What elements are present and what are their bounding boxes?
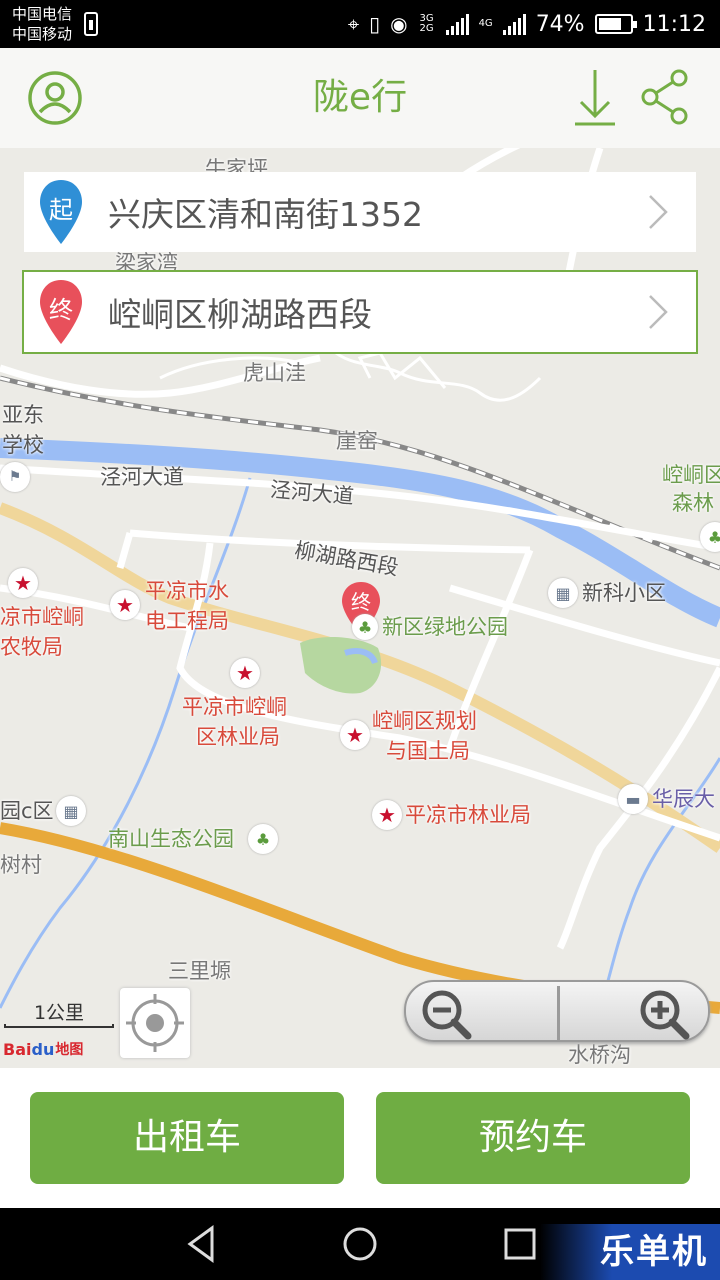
govt-poi-icon: ★	[372, 800, 402, 830]
battery-percent: 74%	[535, 11, 585, 37]
map-label-forestry-1: 平凉市崆峒	[182, 695, 287, 719]
back-button[interactable]	[182, 1224, 222, 1264]
locate-icon	[126, 994, 184, 1052]
eye-comfort-icon: ◉	[390, 12, 408, 36]
govt-poi-icon: ★	[8, 568, 38, 598]
network-type-2: 4G	[478, 18, 493, 29]
location-icon: ⌖	[347, 12, 360, 36]
status-icons: ⌖ ▯ ◉ 3G 2G 4G 74% 11:12	[348, 8, 706, 40]
residential-poi-icon: ▦	[548, 578, 578, 608]
map-label-c-district: 园c区	[0, 799, 54, 823]
school-poi-icon: ⚑	[0, 462, 30, 492]
map-label-shu-village: 树村	[0, 853, 42, 877]
app-screen: 中国电信 中国移动 ⌖ ▯ ◉ 3G 2G 4G 74% 11:12 陇e行 牛…	[0, 0, 720, 1280]
book-car-button[interactable]: 预约车	[376, 1092, 690, 1184]
zoom-out-button[interactable]	[418, 986, 478, 1040]
back-icon	[187, 1225, 214, 1263]
end-address: 崆峒区柳湖路西段	[108, 295, 372, 334]
map-label-city-forestry: 平凉市林业局	[405, 803, 531, 827]
park-poi-icon: ♣	[248, 824, 278, 854]
zoom-out-icon	[422, 990, 472, 1040]
map-label-kongtong-forest-1: 崆峒区	[662, 463, 720, 487]
map-label-hushanwa: 虎山洼	[243, 361, 306, 385]
map-label-huachen: 华辰大	[652, 787, 715, 811]
map-label-kongtong-forest-2: 森林	[672, 491, 714, 515]
chevron-right-icon	[649, 295, 668, 329]
end-pin-badge: 终	[49, 296, 73, 324]
map-label-xuexiao: 学校	[2, 433, 44, 457]
home-button[interactable]	[340, 1224, 380, 1264]
start-pin: 起	[36, 176, 86, 248]
share-button[interactable]	[636, 68, 696, 128]
map-label-water-bureau-2: 电工程局	[145, 609, 229, 633]
zoom-control	[404, 980, 710, 1042]
taxi-button[interactable]: 出租车	[30, 1092, 344, 1184]
carrier-2: 中国移动	[12, 25, 73, 43]
govt-poi-icon: ★	[110, 590, 140, 620]
share-icon	[641, 69, 688, 125]
govt-poi-icon: ★	[230, 658, 260, 688]
start-address: 兴庆区清和南街1352	[108, 195, 423, 234]
locate-button[interactable]	[120, 988, 190, 1058]
map-label-agri-bureau-2: 农牧局	[0, 635, 63, 659]
recent-apps-button[interactable]	[500, 1224, 540, 1264]
map-label-agri-bureau-1: 凉市崆峒	[0, 605, 84, 629]
download-button[interactable]	[565, 68, 625, 128]
recent-apps-icon	[504, 1228, 536, 1260]
map-label-yadong: 亚东	[2, 403, 44, 427]
signal-2-icon	[502, 13, 526, 35]
residential-poi-icon: ▦	[56, 796, 86, 826]
carrier-info: 中国电信 中国移动	[12, 4, 72, 44]
zoom-in-icon	[640, 990, 690, 1040]
zoom-in-button[interactable]	[636, 986, 696, 1040]
map-label-sanliyuan: 三里塬	[168, 959, 231, 983]
park-poi-icon: ♣	[352, 614, 378, 640]
app-header: 陇e行	[0, 48, 720, 148]
signal-1-icon	[445, 13, 469, 35]
zoom-divider	[557, 986, 560, 1040]
hotel-poi-icon: ▬	[618, 784, 648, 814]
network-type-1: 3G 2G	[419, 13, 434, 34]
map-label-forestry-2: 区林业局	[196, 725, 280, 749]
start-address-row[interactable]: 起 兴庆区清和南街1352	[24, 172, 696, 252]
chevron-right-icon	[649, 195, 668, 229]
map-scale-bar	[4, 1024, 114, 1028]
vibrate-icon: ▯	[369, 12, 381, 36]
end-pin: 终	[36, 276, 86, 348]
map-label-water-bureau-1: 平凉市水	[145, 579, 229, 603]
baidu-map-logo: Bai du 地图	[3, 1034, 83, 1064]
start-pin-badge: 起	[49, 196, 73, 224]
download-icon	[575, 70, 615, 126]
status-bar: 中国电信 中国移动 ⌖ ▯ ◉ 3G 2G 4G 74% 11:12	[0, 0, 720, 48]
baidu-logo-part1: Bai	[3, 1039, 32, 1059]
clock: 11:12	[642, 11, 706, 37]
action-panel: 出租车 预约车	[0, 1068, 720, 1208]
map-label-shuiqiaogou: 水桥沟	[568, 1043, 631, 1067]
map-scale-label: 1公里	[33, 1002, 85, 1024]
site-watermark: 乐单机	[540, 1224, 720, 1280]
map-label-green-park: 新区绿地公园	[382, 615, 508, 639]
carrier-1: 中国电信	[12, 5, 73, 23]
map-label-planning-2: 与国土局	[386, 739, 470, 763]
end-address-row[interactable]: 终 崆峒区柳湖路西段	[22, 270, 698, 354]
end-map-marker-badge: 终	[351, 590, 371, 614]
baidu-logo-part3: 地图	[55, 1042, 84, 1058]
map-label-yaoyao: 崖窑	[336, 429, 378, 453]
sim-card-icon	[84, 12, 98, 36]
battery-icon	[594, 14, 637, 34]
baidu-logo-part2: du	[31, 1039, 55, 1059]
map-label-planning-1: 崆峒区规划	[372, 709, 477, 733]
map-label-nanshan-park: 南山生态公园	[108, 827, 234, 851]
map-label-jinghe-road-1: 泾河大道	[100, 465, 184, 489]
map-label-xinke: 新科小区	[582, 581, 666, 605]
battery-fill	[598, 18, 621, 30]
govt-poi-icon: ★	[340, 720, 370, 750]
home-icon	[343, 1227, 377, 1261]
